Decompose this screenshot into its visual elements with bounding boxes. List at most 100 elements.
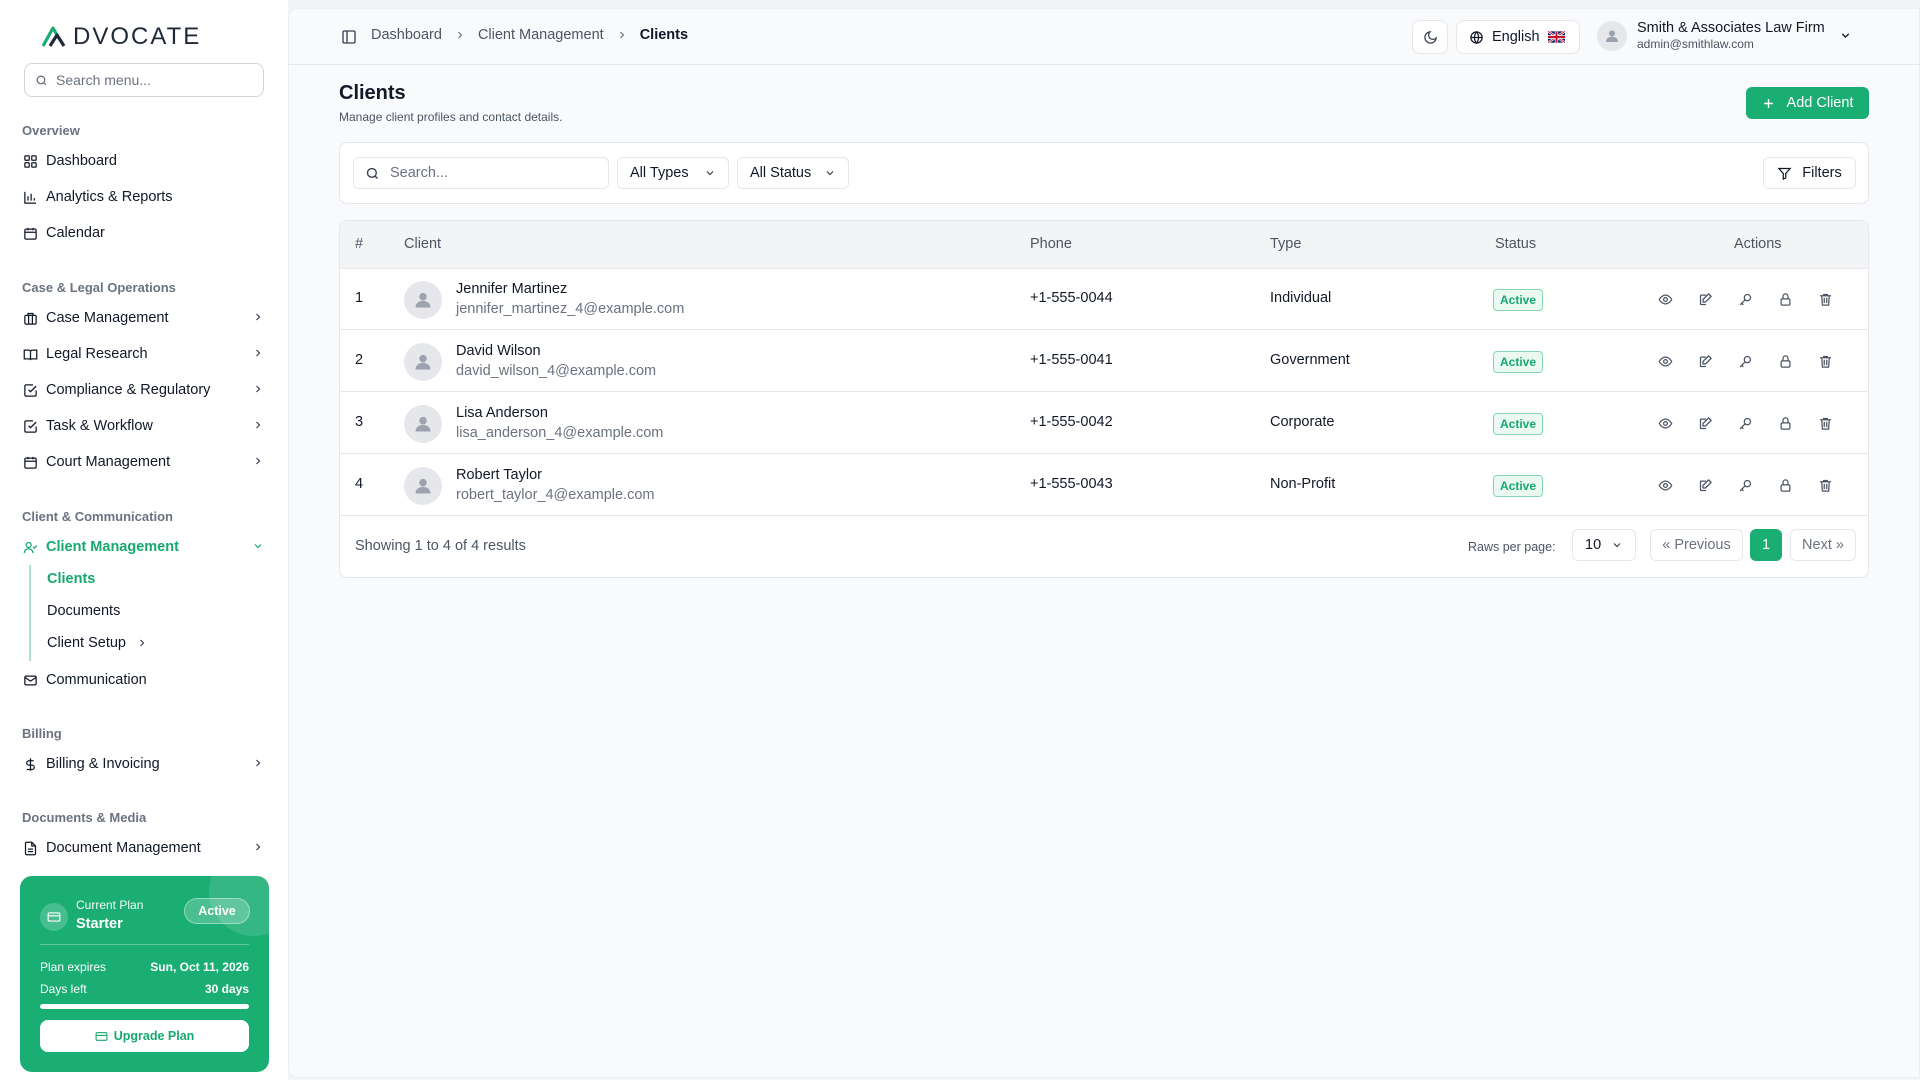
chevron-right-icon: [256, 313, 261, 321]
column-header-client[interactable]: Client: [404, 236, 441, 252]
client-name[interactable]: Robert Taylor: [456, 467, 542, 483]
client-phone: +1-555-0042: [1030, 414, 1113, 430]
sidebar-item-label: Court Management: [46, 454, 171, 470]
dollar-icon: [22, 756, 38, 772]
table-row[interactable]: 1 Jennifer Martinez jennifer_martinez_4@ex…: [340, 269, 1868, 330]
sidebar-item-client-management[interactable]: Client Management: [22, 532, 270, 562]
reset-password-button[interactable]: [1735, 413, 1755, 433]
table-row[interactable]: 4 Robert Taylor robert_taylor_4@example.co…: [340, 455, 1868, 516]
edit-button[interactable]: [1695, 413, 1715, 433]
sidebar-search[interactable]: [24, 63, 264, 97]
theme-toggle-button[interactable]: [1412, 20, 1448, 54]
chevron-right-icon: [256, 421, 261, 429]
uk-flag-icon: [1547, 31, 1565, 43]
plan-days-row: Days left 30 days: [40, 982, 249, 996]
status-select[interactable]: All Status: [737, 157, 849, 189]
section-overview: Overview: [22, 123, 80, 138]
delete-button[interactable]: [1815, 351, 1835, 371]
sidebar-item-billing-invoicing[interactable]: Billing & Invoicing: [22, 749, 270, 779]
logo-text: DVOCATE: [73, 23, 202, 50]
next-page-button[interactable]: Next »: [1790, 529, 1856, 561]
sidebar: DVOCATE Overview Dashboard Analytics & R…: [0, 0, 288, 1080]
client-name[interactable]: Lisa Anderson: [456, 405, 548, 421]
sidebar-search-input[interactable]: [56, 72, 246, 88]
user-icon: [1606, 29, 1618, 42]
view-button[interactable]: [1655, 475, 1675, 495]
lock-icon: [1780, 478, 1790, 492]
sidebar-subitem-documents[interactable]: Documents: [47, 598, 120, 624]
sidebar-item-label: Compliance & Regulatory: [46, 382, 211, 398]
delete-button[interactable]: [1815, 475, 1835, 495]
add-client-button[interactable]: Add Client: [1746, 87, 1869, 119]
lock-button[interactable]: [1775, 413, 1795, 433]
sidebar-subitem-clients[interactable]: Clients: [47, 566, 95, 592]
lock-icon: [1780, 416, 1790, 430]
delete-button[interactable]: [1815, 289, 1835, 309]
logo-mark-icon: [42, 26, 66, 47]
view-button[interactable]: [1655, 413, 1675, 433]
lock-button[interactable]: [1775, 351, 1795, 371]
add-client-label: Add Client: [1786, 95, 1854, 111]
edit-button[interactable]: [1695, 289, 1715, 309]
sidebar-item-compliance[interactable]: Compliance & Regulatory: [22, 375, 270, 405]
previous-page-button[interactable]: « Previous: [1650, 529, 1743, 561]
sidebar-item-task-workflow[interactable]: Task & Workflow: [22, 411, 270, 441]
client-name[interactable]: Jennifer Martinez: [456, 281, 567, 297]
sidebar-toggle-icon[interactable]: [341, 29, 357, 45]
moon-icon: [1423, 30, 1437, 44]
rows-per-page-select[interactable]: 10: [1572, 529, 1636, 561]
sidebar-item-document-management[interactable]: Document Management: [22, 833, 270, 863]
upgrade-plan-button[interactable]: Upgrade Plan: [40, 1020, 249, 1052]
user-menu[interactable]: Smith & Associates Law Firm admin@smithl…: [1597, 20, 1852, 51]
user-icon: [415, 416, 431, 432]
clients-table: # Client Phone Type Status Actions 1 Jenn…: [339, 220, 1869, 578]
column-header-type[interactable]: Type: [1270, 236, 1301, 252]
column-header-phone[interactable]: Phone: [1030, 236, 1072, 252]
upgrade-plan-label: Upgrade Plan: [113, 1029, 195, 1043]
client-search[interactable]: [353, 157, 609, 189]
chevron-right-icon: [256, 843, 261, 851]
calendar-icon: [22, 225, 38, 241]
client-email: lisa_anderson_4@example.com: [456, 425, 664, 441]
sidebar-item-dashboard[interactable]: Dashboard: [22, 146, 270, 176]
sidebar-item-calendar[interactable]: Calendar: [22, 218, 270, 248]
client-phone: +1-555-0041: [1030, 352, 1113, 368]
status-badge: Active: [1493, 351, 1544, 373]
lock-button[interactable]: [1775, 475, 1795, 495]
delete-button[interactable]: [1815, 413, 1835, 433]
type-select[interactable]: All Types: [617, 157, 729, 189]
sidebar-item-case-management[interactable]: Case Management: [22, 303, 270, 333]
key-icon: [1739, 479, 1751, 491]
language-select[interactable]: English: [1456, 20, 1580, 54]
view-button[interactable]: [1655, 289, 1675, 309]
edit-button[interactable]: [1695, 475, 1715, 495]
sidebar-item-analytics[interactable]: Analytics & Reports: [22, 182, 270, 212]
table-row[interactable]: 2 David Wilson david_wilson_4@example.com +…: [340, 331, 1868, 392]
task-check-icon: [22, 418, 38, 434]
sidebar-item-communication[interactable]: Communication: [22, 665, 270, 695]
reset-password-button[interactable]: [1735, 289, 1755, 309]
table-row[interactable]: 3 Lisa Anderson lisa_anderson_4@example.co…: [340, 393, 1868, 454]
client-phone: +1-555-0044: [1030, 290, 1113, 306]
reset-password-button[interactable]: [1735, 351, 1755, 371]
client-search-input[interactable]: [390, 165, 590, 181]
sidebar-item-legal-research[interactable]: Legal Research: [22, 339, 270, 369]
plan-progress-bar: [40, 1004, 249, 1009]
key-icon: [1739, 355, 1751, 367]
reset-password-button[interactable]: [1735, 475, 1755, 495]
column-header-number[interactable]: #: [355, 236, 363, 252]
plan-name: Starter: [76, 916, 123, 932]
page-1-button[interactable]: 1: [1750, 529, 1782, 561]
client-name[interactable]: David Wilson: [456, 343, 541, 359]
sidebar-subitem-client-setup[interactable]: Client Setup: [47, 630, 148, 656]
sidebar-item-court-management[interactable]: Court Management: [22, 447, 270, 477]
column-header-status[interactable]: Status: [1495, 236, 1536, 252]
breadcrumb-item[interactable]: Client Management: [478, 27, 604, 43]
breadcrumb-item[interactable]: Dashboard: [371, 27, 442, 43]
logo[interactable]: DVOCATE: [42, 23, 202, 50]
filters-button[interactable]: Filters: [1763, 157, 1856, 189]
view-button[interactable]: [1655, 351, 1675, 371]
edit-button[interactable]: [1695, 351, 1715, 371]
check-square-icon: [22, 382, 38, 398]
lock-button[interactable]: [1775, 289, 1795, 309]
